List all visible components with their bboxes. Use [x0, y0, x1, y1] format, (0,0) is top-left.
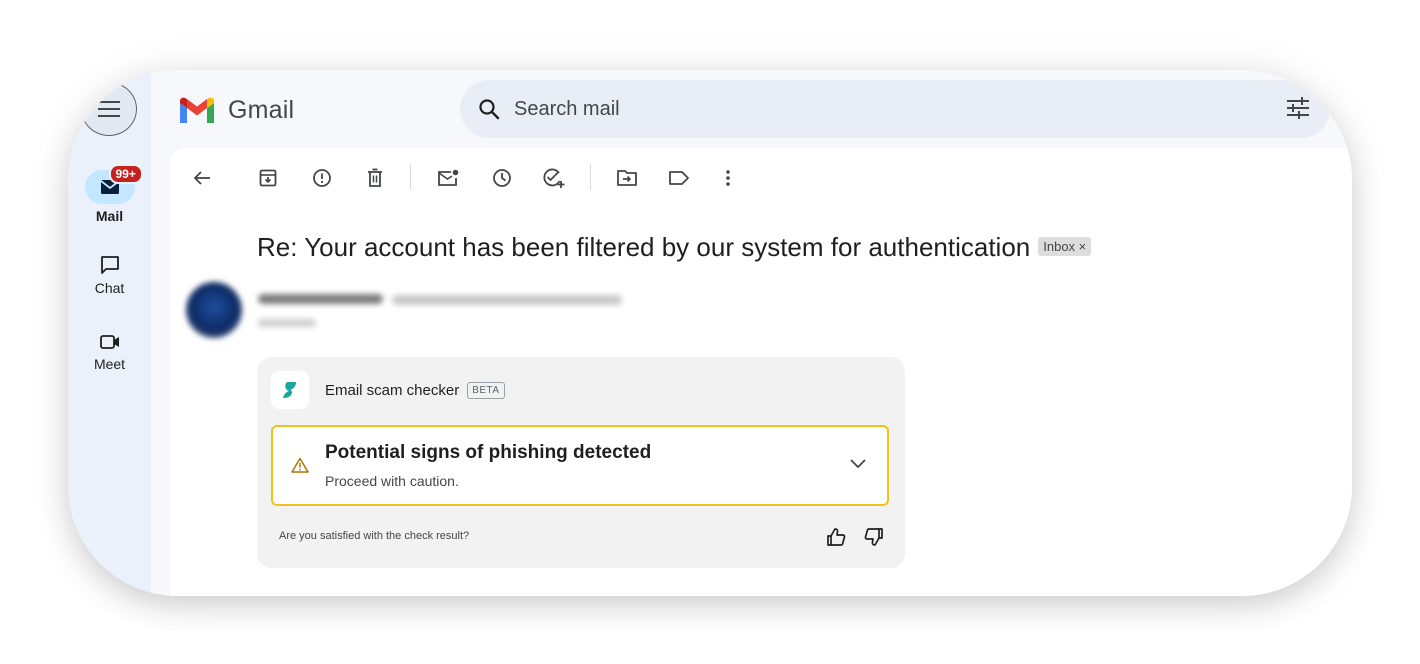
- add-task-icon: [543, 168, 565, 188]
- search-bar[interactable]: Search mail: [460, 80, 1330, 138]
- unread-badge: 99+: [108, 164, 143, 184]
- rail-label-mail: Mail: [95, 208, 124, 224]
- hamburger-icon: [98, 101, 120, 117]
- archive-button[interactable]: [256, 166, 280, 190]
- rail-item-chat[interactable]: Chat: [68, 254, 151, 296]
- top-header: Gmail Search mail: [151, 70, 1352, 148]
- mark-unread-button[interactable]: [436, 166, 460, 190]
- subject-text: Re: Your account has been filtered by ou…: [257, 232, 1031, 262]
- phishing-alert[interactable]: Potential signs of phishing detected Pro…: [271, 425, 889, 506]
- alert-subtitle: Proceed with caution.: [325, 473, 459, 489]
- label-button[interactable]: [667, 166, 691, 190]
- delete-button[interactable]: [363, 166, 387, 190]
- search-input[interactable]: Search mail: [514, 98, 620, 121]
- checker-logo: [271, 371, 309, 409]
- checker-header: Email scam checker BETA: [271, 371, 505, 409]
- back-arrow-icon: [193, 171, 210, 185]
- move-to-icon: [617, 170, 637, 186]
- sender-address-redacted: [392, 295, 622, 305]
- thumbs-up-icon[interactable]: [826, 527, 846, 547]
- toolbar-divider: [590, 164, 591, 190]
- gmail-logo[interactable]: Gmail: [178, 96, 294, 125]
- chat-icon: [100, 256, 119, 274]
- beta-badge: BETA: [467, 381, 505, 399]
- warning-icon: [291, 457, 309, 473]
- email-subject: Re: Your account has been filtered by ou…: [257, 232, 1092, 263]
- archive-icon: [259, 169, 277, 187]
- app-name: Gmail: [228, 96, 295, 124]
- report-spam-button[interactable]: [310, 166, 334, 190]
- snooze-icon: [493, 169, 511, 187]
- checker-title: Email scam checker: [325, 381, 460, 399]
- nav-rail: 99+ Mail Chat Meet: [68, 70, 151, 596]
- mark-unread-icon: [438, 169, 459, 186]
- message-view: Re: Your account has been filtered by ou…: [170, 148, 1352, 596]
- alert-title: Potential signs of phishing detected: [325, 442, 652, 463]
- more-vert-icon: [726, 170, 730, 186]
- gmail-m-icon: [180, 97, 214, 123]
- chevron-down-icon[interactable]: [849, 457, 867, 469]
- gmail-window: 99+ Mail Chat Meet Gmail Search mail Re:…: [68, 70, 1352, 596]
- rail-label-meet: Meet: [93, 356, 126, 372]
- toolbar-divider: [410, 164, 411, 190]
- snooze-button[interactable]: [490, 166, 514, 190]
- surfshark-logo-icon: [283, 382, 296, 398]
- inbox-label-chip[interactable]: Inbox ×: [1038, 236, 1092, 256]
- sender-name-redacted: [258, 294, 383, 304]
- main-menu-button[interactable]: [81, 82, 137, 136]
- video-icon: [99, 335, 119, 349]
- label-icon: [669, 171, 689, 185]
- more-options-button[interactable]: [716, 166, 740, 190]
- search-options-icon[interactable]: [1286, 97, 1310, 119]
- move-to-button[interactable]: [615, 166, 639, 190]
- mail-pill: 99+: [84, 164, 143, 204]
- search-icon[interactable]: [478, 98, 500, 120]
- report-spam-icon: [313, 169, 331, 187]
- delete-icon: [368, 168, 382, 187]
- feedback-question: Are you satisfied with the check result?: [279, 530, 470, 542]
- rail-item-meet[interactable]: Meet: [68, 332, 151, 372]
- add-task-button[interactable]: [542, 166, 566, 190]
- recipient-redacted: [258, 319, 316, 327]
- scam-checker-card: Email scam checker BETA Potential signs …: [257, 357, 905, 568]
- back-button[interactable]: [190, 166, 214, 190]
- thumbs-down-icon[interactable]: [864, 527, 884, 547]
- rail-item-mail[interactable]: 99+ Mail: [68, 164, 151, 224]
- sender-avatar[interactable]: [186, 282, 242, 338]
- rail-label-chat: Chat: [94, 280, 125, 296]
